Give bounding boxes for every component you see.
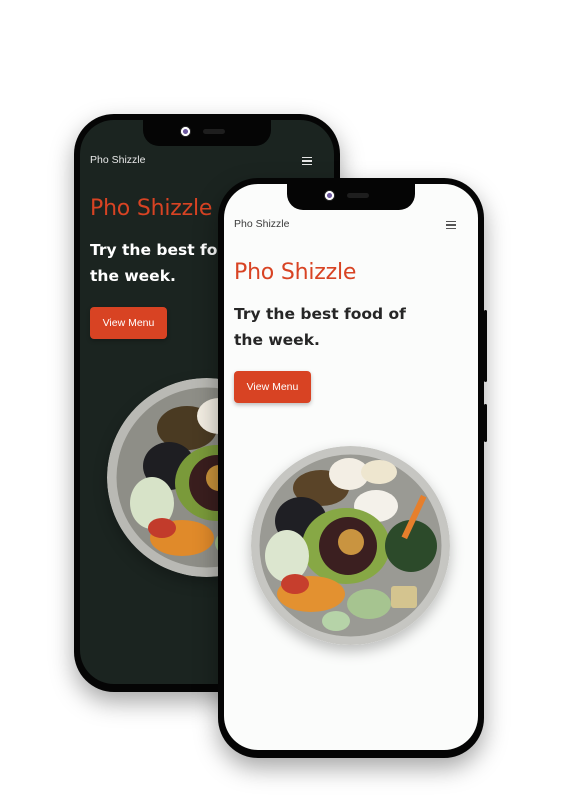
food-bowl-image <box>251 446 450 645</box>
hero-title: Pho Shizzle <box>234 260 357 285</box>
phone-notch <box>287 184 415 210</box>
speaker-grille <box>203 129 225 134</box>
hamburger-icon[interactable] <box>302 157 312 165</box>
hero-title: Pho Shizzle <box>90 196 213 221</box>
phone-notch <box>143 120 271 146</box>
view-menu-button[interactable]: View Menu <box>234 371 311 403</box>
side-button <box>484 310 487 382</box>
hero-subtitle: Try the best foo the week. <box>90 241 229 285</box>
hero-subtitle: Try the best food of the week. <box>234 305 406 349</box>
nav-brand[interactable]: Pho Shizzle <box>234 218 289 230</box>
camera-icon <box>180 126 191 137</box>
speaker-grille <box>347 193 369 198</box>
camera-icon <box>324 190 335 201</box>
nav-brand[interactable]: Pho Shizzle <box>90 154 145 166</box>
phone-mockup-light: Pho Shizzle Pho Shizzle Try the best foo… <box>218 178 487 758</box>
side-button <box>484 404 487 442</box>
phone-screen-light: Pho Shizzle Pho Shizzle Try the best foo… <box>224 184 478 750</box>
hamburger-icon[interactable] <box>446 221 456 229</box>
view-menu-button[interactable]: View Menu <box>90 307 167 339</box>
